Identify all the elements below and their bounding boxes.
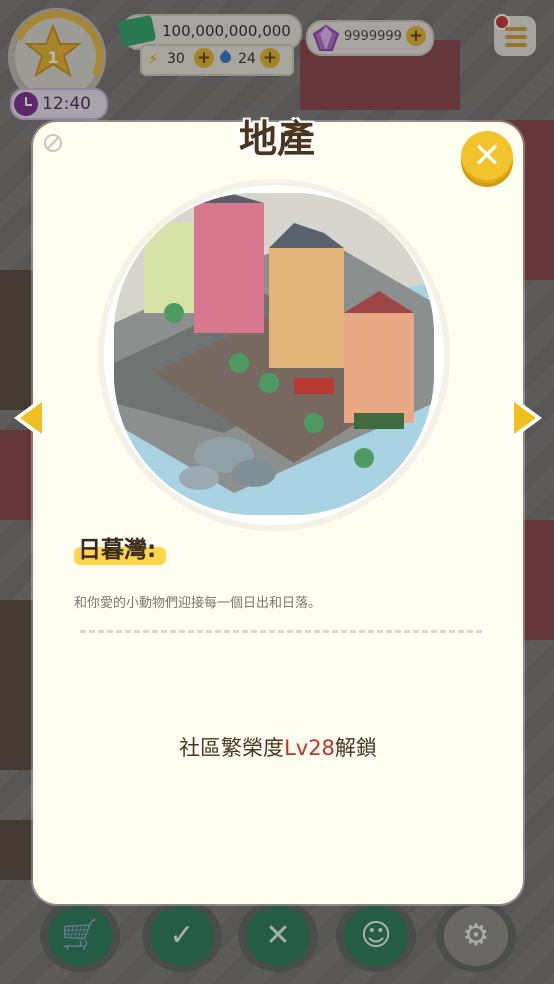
disabled-icon	[44, 134, 62, 152]
panel-title: 地產	[238, 117, 315, 161]
unlock-requirement: 社區繁榮度Lv28解鎖	[33, 732, 523, 762]
next-arrow-button[interactable]	[506, 394, 546, 442]
location-name: 日暮灣:	[78, 537, 157, 563]
unlock-level: Lv28	[284, 736, 335, 760]
location-description: 和你愛的小動物們迎接每一個日出和日落。	[74, 596, 322, 611]
panel-title-tab: 地產	[210, 102, 344, 162]
unlock-prefix: 社區繁榮度	[179, 736, 285, 760]
close-icon: ✕	[472, 136, 502, 176]
close-button[interactable]: ✕	[461, 131, 513, 183]
unlock-suffix: 解鎖	[334, 736, 377, 760]
divider	[80, 630, 482, 633]
previous-arrow-button[interactable]	[10, 394, 50, 442]
location-preview-image	[114, 193, 434, 515]
